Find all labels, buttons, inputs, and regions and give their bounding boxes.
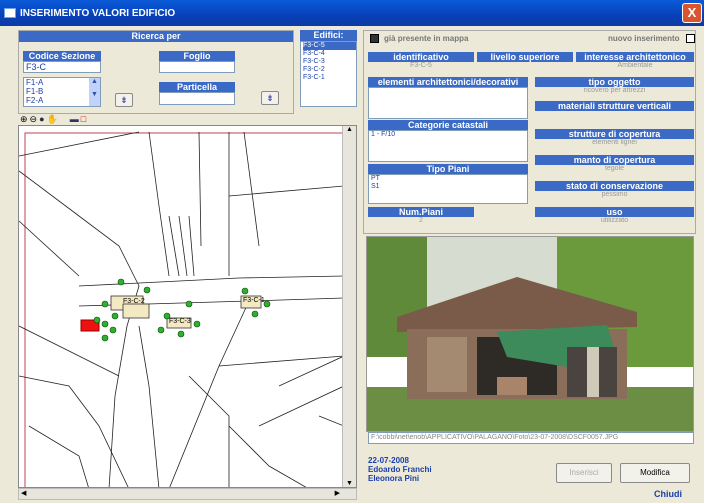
list-item-selected[interactable]: F3-C-5: [303, 42, 356, 50]
search-icon: ⇟: [266, 93, 274, 103]
list-item[interactable]: F3-C-1: [303, 74, 356, 82]
footer-info: 22-07-2008 Edoardo Franchi Eleonora Pini: [368, 456, 432, 483]
map-canvas[interactable]: F3-C-2 F3-C-3 F3-C-1 ▲ ▼: [18, 125, 357, 488]
sezioni-list[interactable]: F1-A F1-B F2-A ▲ ▼: [23, 77, 101, 107]
map-horizontal-scrollbar[interactable]: ◀ ▶: [18, 488, 357, 500]
date-text: 22-07-2008: [368, 456, 409, 465]
building-photo: [366, 236, 694, 432]
pan-hand-icon[interactable]: ✋: [47, 114, 58, 125]
particella-label: Particella: [159, 82, 235, 92]
zoom-out-icon[interactable]: ⊖: [30, 114, 38, 125]
close-button[interactable]: X: [682, 3, 702, 23]
nuovo-inserimento-checkbox[interactable]: [686, 34, 695, 43]
map-toolbar: ⊕ ⊖ ● ✋ ▬ □: [20, 114, 140, 125]
title-bar: INSERIMENTO VALORI EDIFICIO X: [0, 0, 704, 26]
scroll-left-icon[interactable]: ◀: [21, 489, 26, 497]
strutture-value: elementi lignei: [592, 139, 637, 146]
codice-sezione-field[interactable]: F3-C: [23, 61, 101, 73]
stato-label: stato di conservazione: [535, 181, 694, 191]
map-vertical-scrollbar[interactable]: ▲ ▼: [342, 126, 356, 487]
attribute-panel: già presente in mappa nuovo inserimento …: [363, 30, 696, 234]
parcel-map: [19, 131, 344, 487]
list-item[interactable]: F3-C-4: [303, 50, 356, 58]
codice-sezione-label: Codice Sezione: [23, 51, 101, 61]
nuovo-inserimento-label: nuovo inserimento: [608, 34, 680, 43]
search-header: Ricerca per: [19, 31, 293, 42]
gia-presente-checkbox[interactable]: [370, 34, 379, 43]
identificativo-value: F3-C-5: [410, 62, 432, 69]
tipo-oggetto-label: tipo oggetto: [535, 77, 694, 87]
scroll-down-icon[interactable]: ▼: [89, 91, 100, 98]
author-2: Eleonora Pini: [368, 474, 420, 483]
categorie-label: Categorie catastali: [368, 120, 528, 130]
map-label: F3-C-2: [123, 298, 145, 305]
tipo-oggetto-value: ricovero per attrezzi: [583, 87, 646, 94]
uso-value: utilizzato: [600, 217, 629, 224]
author-1: Edoardo Franchi: [368, 465, 432, 474]
scroll-down-icon[interactable]: ▼: [343, 480, 356, 487]
globe-icon[interactable]: ●: [39, 114, 44, 125]
identificativo-label: identificativo: [368, 52, 474, 62]
materiali-label: materiali strutture verticali: [535, 101, 694, 111]
list-scrollbar[interactable]: ▲ ▼: [89, 78, 100, 106]
list-item[interactable]: F3-C-2: [303, 66, 356, 74]
elementi-label: elementi architettonici/decorativi: [368, 77, 528, 87]
app-icon: [4, 8, 16, 18]
tipo-piani-list[interactable]: PT S1: [368, 174, 528, 204]
search-icon: ⇟: [120, 95, 128, 105]
list-item[interactable]: PT: [371, 175, 527, 183]
select-rectangle-icon[interactable]: □: [81, 114, 86, 125]
particella-field[interactable]: [159, 92, 235, 105]
scroll-up-icon[interactable]: ▲: [343, 126, 356, 133]
num-piani-label: Num.Piani: [368, 207, 474, 217]
elementi-list[interactable]: [368, 87, 528, 119]
num-piani-value: 2: [419, 217, 423, 224]
map-label: F3-C-1: [243, 297, 265, 304]
interesse-label: interesse architettonico: [576, 52, 694, 62]
map-label: F3-C-3: [169, 318, 191, 325]
tipo-piani-label: Tipo Piani: [368, 164, 528, 174]
list-item[interactable]: S1: [371, 183, 527, 191]
manto-value: tegole: [604, 165, 625, 172]
zoom-in-icon[interactable]: ⊕: [20, 114, 28, 125]
photo-path-field[interactable]: F:\cobbi\net\enob\APPLICATIVO\PALAGANO\F…: [368, 432, 694, 444]
modifica-button[interactable]: Modifica: [620, 463, 690, 483]
livello-superiore-label: livello superiore: [477, 52, 573, 62]
interesse-value: Ambientale: [617, 62, 653, 69]
foglio-label: Foglio: [159, 51, 235, 61]
list-item[interactable]: F3-C-3: [303, 58, 356, 66]
stato-value: pessimo: [601, 191, 628, 198]
foglio-field[interactable]: [159, 61, 235, 73]
gia-presente-label: già presente in mappa: [384, 34, 469, 43]
edifici-header: Edifici:: [300, 30, 357, 41]
strutture-label: strutture di copertura: [535, 129, 694, 139]
search-particella-button[interactable]: ⇟: [261, 91, 279, 105]
manto-label: manto di copertura: [535, 155, 694, 165]
search-panel: Ricerca per Codice Sezione F3-C F1-A F1-…: [18, 30, 294, 114]
print-icon[interactable]: ▬: [70, 114, 79, 125]
inserisci-button[interactable]: Inserisci: [556, 463, 612, 483]
categorie-list[interactable]: 1 - F/10: [368, 130, 528, 162]
edifici-list[interactable]: F3-C-5 F3-C-4 F3-C-3 F3-C-2 F3-C-1: [300, 41, 357, 107]
search-sezione-button[interactable]: ⇟: [115, 93, 133, 107]
photo-illustration: [367, 237, 693, 431]
scroll-up-icon[interactable]: ▲: [89, 78, 100, 85]
scroll-right-icon[interactable]: ▶: [335, 489, 340, 497]
chiudi-button[interactable]: Chiudi: [654, 489, 682, 499]
window-title: INSERIMENTO VALORI EDIFICIO: [20, 7, 176, 19]
edifici-panel: Edifici: F3-C-5 F3-C-4 F3-C-3 F3-C-2 F3-…: [300, 30, 357, 110]
uso-label: uso: [535, 207, 694, 217]
